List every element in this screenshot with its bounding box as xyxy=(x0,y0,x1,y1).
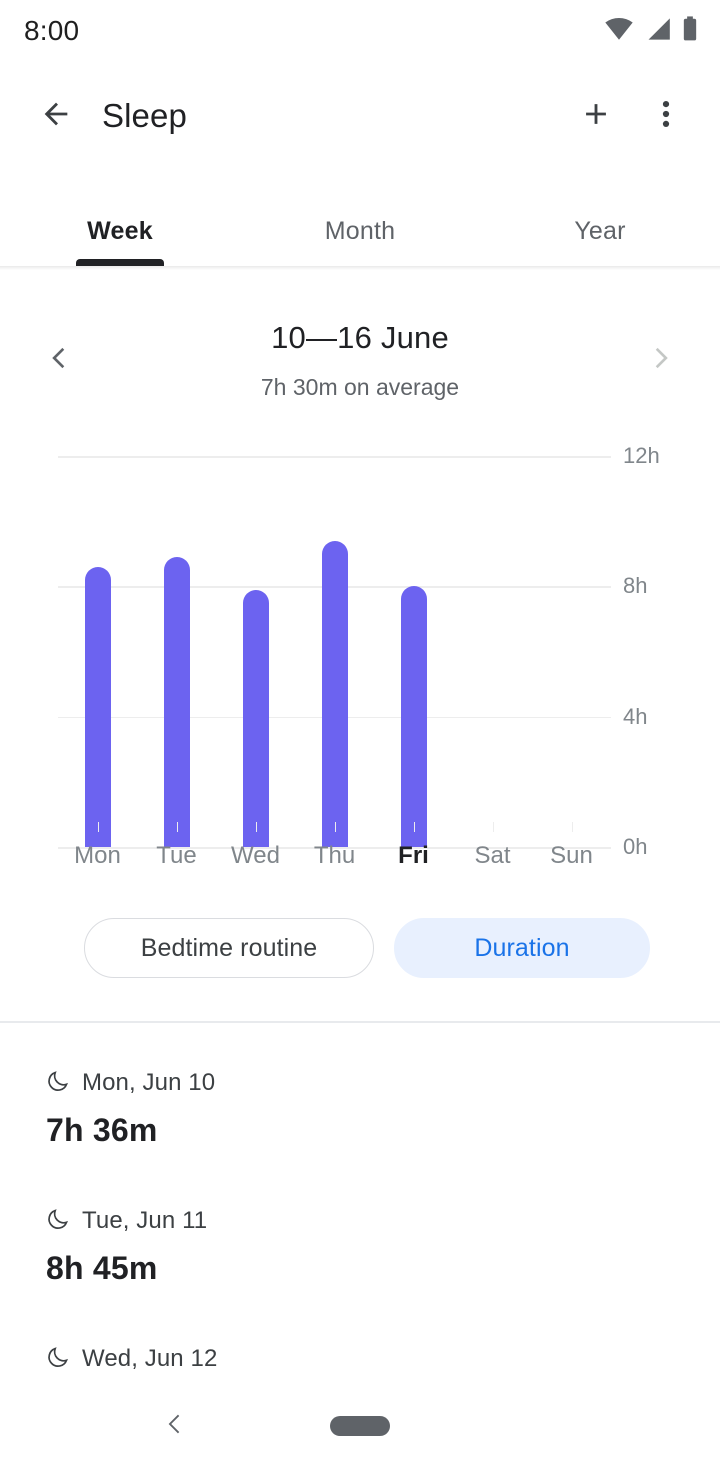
chart-x-tick-label: Mon xyxy=(74,842,121,869)
list-item-date: Mon, Jun 10 xyxy=(82,1069,216,1096)
period-tabs: Week Month Year xyxy=(0,196,720,266)
chart-x-tick-label: Sat xyxy=(474,842,511,869)
chart-y-tick-label: 8h xyxy=(623,573,648,599)
chart-x-tick xyxy=(176,822,178,832)
chart-x-tick-label: Sun xyxy=(550,842,593,869)
back-button[interactable] xyxy=(22,82,90,150)
list-item-date: Tue, Jun 11 xyxy=(82,1207,208,1234)
chip-bedtime-routine-label: Bedtime routine xyxy=(140,933,318,962)
add-button[interactable] xyxy=(564,84,628,148)
sleep-screen: 8:00 Sleep Week Month Year 10—16 June 7h… xyxy=(0,0,720,1472)
more-vert-icon xyxy=(653,97,679,136)
chart-gridline xyxy=(58,456,611,458)
range-title: 10—16 June xyxy=(271,320,449,355)
tab-week-label: Week xyxy=(87,216,153,245)
chart-x-tick xyxy=(255,822,257,832)
cellular-icon xyxy=(645,17,671,46)
chevron-right-icon xyxy=(645,343,675,378)
wifi-icon xyxy=(604,17,634,46)
next-week-button[interactable] xyxy=(632,332,688,388)
chip-duration[interactable]: Duration xyxy=(394,918,650,978)
status-time: 8:00 xyxy=(24,15,80,46)
section-divider xyxy=(0,1021,720,1023)
chart-x-tick xyxy=(571,822,573,832)
moon-icon xyxy=(46,1207,70,1236)
list-item-date: Wed, Jun 12 xyxy=(82,1345,218,1372)
chart-x-tick xyxy=(492,822,494,832)
chart-bar[interactable] xyxy=(84,566,111,847)
sleep-log-list: Mon, Jun 10 7h 36m Tue, Jun 11 8h 45m We… xyxy=(0,1040,720,1390)
moon-icon xyxy=(46,1345,70,1374)
plus-icon xyxy=(579,97,613,136)
tabs-shadow xyxy=(0,266,720,270)
list-item-header: Wed, Jun 12 xyxy=(0,1338,720,1380)
chart-x-tick-label: Fri xyxy=(398,842,429,869)
chart-y-tick-label: 0h xyxy=(623,834,648,859)
nav-back-button[interactable] xyxy=(148,1398,204,1454)
range-subtitle: 7h 30m on average xyxy=(260,374,460,400)
chart-bar[interactable] xyxy=(163,557,190,847)
list-item-value: 8h 45m xyxy=(46,1250,158,1286)
chart-x-tick-label: Thu xyxy=(313,842,356,869)
chart-plot-area[interactable] xyxy=(58,456,611,851)
status-bar: 8:00 xyxy=(0,0,720,62)
chart-x-tick-label: Wed xyxy=(231,842,280,869)
sleep-duration-chart: 0h 4h 8h 12h Mon Tue Wed Thu Fri Sat Sun xyxy=(0,430,720,890)
tab-year-label: Year xyxy=(574,216,626,245)
chart-x-tick xyxy=(334,822,336,832)
app-bar-actions xyxy=(564,84,698,148)
app-bar: Sleep xyxy=(0,78,720,154)
nav-home-pill[interactable] xyxy=(330,1416,390,1436)
chart-y-tick-label: 4h xyxy=(623,703,648,729)
list-item[interactable]: Mon, Jun 10 7h 36m xyxy=(0,1062,720,1182)
range-header: 10—16 June 7h 30m on average xyxy=(0,300,720,420)
moon-icon xyxy=(46,1069,70,1098)
tab-week[interactable]: Week xyxy=(0,196,240,266)
list-item[interactable]: Tue, Jun 11 8h 45m xyxy=(0,1200,720,1320)
system-navigation-bar xyxy=(0,1380,720,1472)
tab-month[interactable]: Month xyxy=(240,196,480,266)
chart-x-tick xyxy=(97,822,99,832)
back-arrow-icon xyxy=(39,97,73,136)
list-item-header: Tue, Jun 11 xyxy=(0,1200,720,1242)
chart-y-tick-label: 12h xyxy=(623,443,660,468)
metric-chips: Bedtime routine Duration xyxy=(0,918,720,980)
list-item-value: 7h 36m xyxy=(46,1112,158,1148)
status-icons xyxy=(604,15,698,47)
chip-duration-label: Duration xyxy=(474,933,570,962)
chart-bar[interactable] xyxy=(400,586,427,847)
chart-bar[interactable] xyxy=(321,540,348,847)
chart-x-tick-label: Tue xyxy=(156,842,197,869)
nav-back-icon xyxy=(163,1411,189,1442)
page-title: Sleep xyxy=(102,97,187,134)
chart-x-tick xyxy=(413,822,415,832)
tab-year[interactable]: Year xyxy=(480,196,720,266)
tab-month-label: Month xyxy=(324,216,396,245)
chip-bedtime-routine[interactable]: Bedtime routine xyxy=(84,918,374,978)
overflow-menu-button[interactable] xyxy=(634,84,698,148)
chart-bar[interactable] xyxy=(242,589,269,847)
battery-icon xyxy=(682,15,698,47)
list-item-header: Mon, Jun 10 xyxy=(0,1062,720,1104)
